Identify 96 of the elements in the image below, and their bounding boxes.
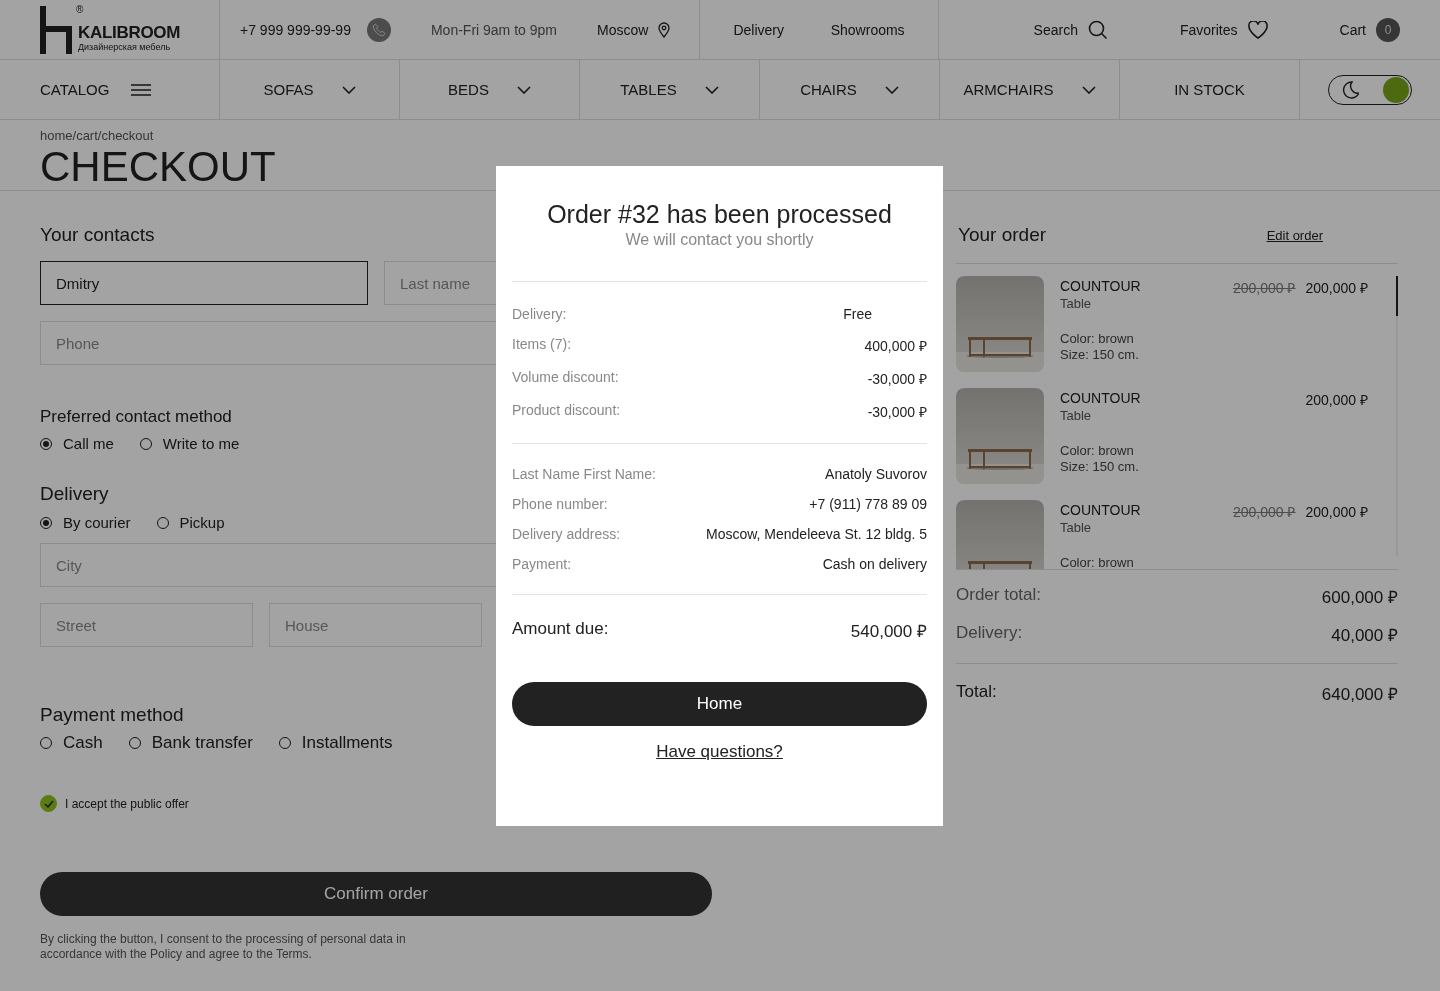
amount-due-label: Amount due:	[512, 619, 609, 640]
radio-option[interactable]: Cash	[40, 733, 103, 753]
chevron-down-icon[interactable]	[341, 85, 356, 94]
cart-count-badge: 0	[1376, 17, 1400, 42]
chevron-down-icon[interactable]	[884, 85, 899, 94]
registered-mark: ®	[76, 4, 84, 15]
radio-option[interactable]: Write to me	[139, 435, 240, 452]
chevron-down-icon[interactable]	[516, 85, 531, 94]
menu-icon[interactable]	[131, 83, 152, 96]
product-color: Color: brown	[1060, 443, 1135, 459]
home-button[interactable]: Home	[512, 682, 927, 726]
detail-label: Product discount:	[512, 402, 621, 420]
edit-order-link[interactable]: Edit order	[1266, 227, 1323, 243]
radio-option[interactable]: Pickup	[156, 514, 225, 531]
input-field[interactable]: House	[269, 603, 482, 647]
section-heading: Your contacts	[40, 223, 155, 247]
product-price: 200,000 ₽	[1305, 391, 1368, 409]
product-color: Color: brown	[1060, 331, 1135, 347]
page-title: CHECKOUT	[40, 145, 277, 189]
product-type: Table	[1060, 408, 1093, 423]
brand-name: KALIBROOM	[78, 24, 181, 42]
location-pin-icon[interactable]	[658, 21, 671, 38]
detail-value: +7 (911) 778 89 09	[809, 496, 927, 512]
search-icon[interactable]	[1087, 19, 1108, 40]
product-name[interactable]: COUNTOUR	[1060, 278, 1210, 294]
radio-option[interactable]: Call me	[40, 435, 114, 452]
old-price: 200,000 ₽	[1233, 279, 1296, 297]
header-link[interactable]: Delivery	[733, 21, 784, 38]
product-type: Table	[1060, 520, 1093, 535]
product-type: Table	[1060, 296, 1093, 311]
summary-value: 600,000 ₽	[1321, 587, 1398, 608]
summary-label: Order total:	[956, 585, 1042, 606]
breadcrumb[interactable]: home/cart/checkout	[40, 128, 1400, 143]
catalog-link[interactable]: CATALOG	[40, 81, 110, 98]
detail-label: Payment:	[512, 556, 572, 572]
total-label: Total:	[956, 682, 997, 703]
amount-due-value: 540,000 ₽	[850, 621, 927, 642]
category-link[interactable]: BEDS	[448, 81, 489, 98]
input-field[interactable]: Dmitry	[40, 261, 368, 305]
detail-value: Free	[843, 306, 872, 322]
radio-option[interactable]: By courier	[40, 514, 131, 531]
dialog-subtitle: We will contact you shortly	[624, 231, 815, 249]
radio-option[interactable]: Bank transfer	[128, 733, 253, 753]
section-heading: Delivery	[40, 482, 109, 506]
dialog-title: Order #32 has been processed	[546, 199, 893, 229]
summary-label: Delivery:	[956, 623, 1023, 644]
detail-label: Last Name First Name:	[512, 466, 656, 482]
detail-label: Delivery:	[512, 306, 567, 322]
radio-option[interactable]: Installments	[278, 733, 393, 753]
chevron-down-icon[interactable]	[1081, 85, 1096, 94]
cart-link[interactable]: Cart	[1339, 21, 1366, 38]
input-field[interactable]: Street	[40, 603, 253, 647]
heart-icon[interactable]	[1247, 20, 1268, 39]
chevron-down-icon[interactable]	[704, 85, 719, 94]
product-price: 200,000 ₽	[1305, 279, 1368, 297]
brand-tagline: Дизайнерская мебель	[78, 42, 172, 53]
phone-icon[interactable]	[366, 17, 391, 42]
offer-checkbox[interactable]: I accept the public offer	[40, 795, 712, 812]
category-link[interactable]: IN STOCK	[1174, 81, 1245, 98]
detail-value: Anatoly Suvorov	[825, 466, 927, 482]
product-name[interactable]: COUNTOUR	[1060, 390, 1210, 406]
product-size: Size: 150 cm.	[1060, 459, 1140, 475]
city-selector[interactable]: Moscow	[597, 21, 649, 38]
product-color: Color: brown	[1060, 555, 1135, 569]
detail-value: 400,000 ₽	[864, 337, 927, 355]
confirm-order-button[interactable]: Confirm order	[40, 872, 712, 916]
detail-label: Volume discount:	[512, 369, 619, 387]
category-link[interactable]: TABLES	[620, 81, 677, 98]
section-heading: Preferred contact method	[40, 407, 232, 427]
detail-value: -30,000 ₽	[867, 403, 927, 421]
detail-label: Phone number:	[512, 496, 608, 512]
detail-label: Items (7):	[512, 336, 572, 354]
search-link[interactable]: Search	[1033, 21, 1078, 38]
old-price: 200,000 ₽	[1233, 503, 1296, 521]
detail-value: Cash on delivery	[822, 556, 927, 572]
category-link[interactable]: CHAIRS	[800, 81, 857, 98]
total-value: 640,000 ₽	[1321, 684, 1398, 705]
favorites-link[interactable]: Favorites	[1179, 21, 1238, 38]
check-icon	[43, 799, 54, 808]
phone-number[interactable]: +7 999 999-99-99	[240, 21, 351, 38]
questions-link[interactable]: Have questions?	[656, 742, 783, 762]
product-price: 200,000 ₽	[1305, 503, 1368, 521]
product-name[interactable]: COUNTOUR	[1060, 502, 1210, 518]
category-link[interactable]: SOFAS	[263, 81, 314, 98]
detail-value: -30,000 ₽	[867, 370, 927, 388]
section-heading: Payment method	[40, 703, 184, 727]
summary-value: 40,000 ₽	[1331, 625, 1398, 646]
working-hours: Mon-Fri 9am to 9pm	[430, 21, 557, 38]
logo-icon	[40, 5, 72, 54]
category-link[interactable]: ARMCHAIRS	[963, 81, 1054, 98]
consent-note: By clicking the button, I consent to the processing of personal data in accordance with the Policy and agree to the Terms.	[40, 932, 407, 962]
header-link[interactable]: Showrooms	[830, 21, 905, 38]
product-size: Size: 150 cm.	[1060, 347, 1140, 363]
detail-label: Delivery address:	[512, 526, 621, 542]
detail-value: Moscow, Mendeleeva St. 12 bldg. 5	[705, 526, 927, 542]
section-heading: Your order	[958, 223, 1047, 247]
